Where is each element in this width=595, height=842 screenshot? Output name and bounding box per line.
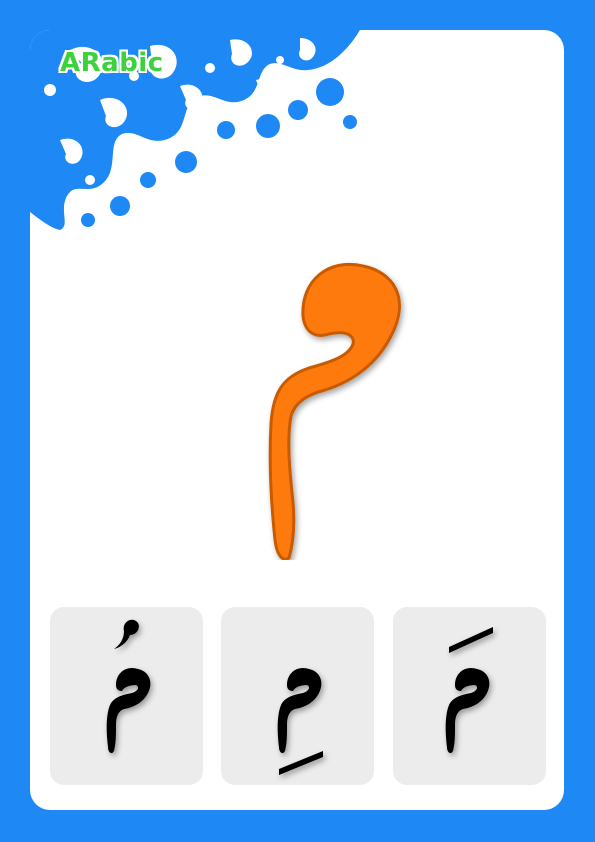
brand-logo: ARabic (60, 48, 164, 78)
tile-mim-fatha[interactable]: مَ (393, 607, 546, 785)
flashcard: ARabic مُ مِ (30, 30, 564, 810)
tile-mim-damma[interactable]: مُ (50, 607, 203, 785)
tile-mim-kasra[interactable]: مِ (221, 607, 374, 785)
mim-damma-glyph-icon (106, 619, 151, 754)
mim-fatha-glyph-icon (445, 627, 493, 754)
main-letter-mim (268, 263, 401, 560)
mim-kasra-glyph-icon (277, 667, 323, 775)
diacritic-tiles: مُ مِ مَ (50, 607, 547, 785)
